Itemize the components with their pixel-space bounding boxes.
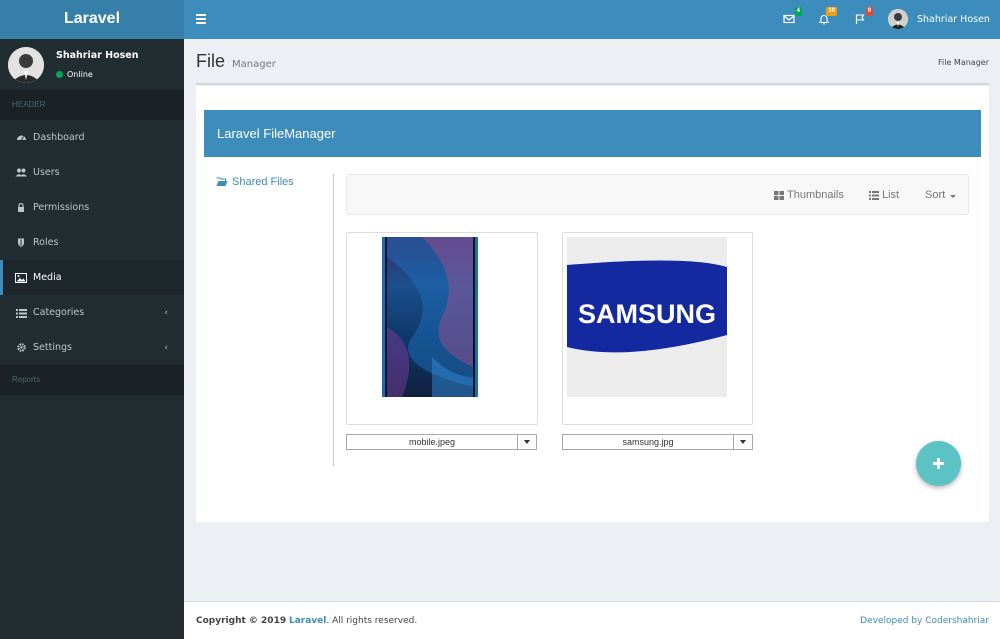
sort-label: Sort [925,189,946,201]
file-image: SAMSUNG [567,237,727,397]
chevron-left-icon: ‹ [164,308,168,318]
sidebar-item-media[interactable]: Media [0,260,184,295]
file-name: samsung.jpg [622,437,674,447]
thumbnails-label: Thumbnails [787,189,844,201]
file-manager-box: Laravel FileManager Shared Files Thumbna… [196,86,989,522]
add-file-button[interactable] [916,441,961,486]
user-menu[interactable]: Shahriar Hosen [888,9,990,29]
sidebar-item-label: Users [33,167,60,178]
page-title: File [196,51,226,71]
list-icon [15,307,27,319]
file-thumbnail-mobile[interactable] [346,232,538,425]
chevron-left-icon: ‹ [164,343,168,353]
notifications-badge: 10 [826,7,837,16]
avatar [888,9,908,29]
folder-open-icon [216,177,228,186]
plus-icon [933,458,944,469]
lock-icon [15,202,27,214]
flags-button[interactable]: 9 [851,7,873,30]
th-large-icon [774,190,784,200]
sidebar-item-permissions[interactable]: Permissions [0,190,184,225]
list-icon [869,190,879,200]
sidebar-item-users[interactable]: Users [0,155,184,190]
top-navbar: 4 10 9 Shahriar Hosen [184,0,1000,39]
users-icon [15,167,27,179]
caret-down-icon [950,194,957,198]
sidebar: Shahriar Hosen Online HEADER Dashboard U… [0,39,184,639]
list-view-button[interactable]: List [869,189,899,201]
sidebar-item-settings[interactable]: Settings ‹ [0,330,184,365]
status-badge: Online [56,70,93,79]
copyright-prefix: Copyright © 2019 [196,616,287,626]
file-image [382,237,478,397]
file-name: mobile.jpeg [408,437,456,447]
samsung-logo-text: SAMSUNG [578,299,716,329]
laravel-link[interactable]: Laravel [289,616,326,626]
sidebar-item-label: Roles [33,237,59,248]
tree-item-shared-files[interactable]: Shared Files [216,176,294,188]
list-label: List [882,189,900,201]
status-label: Online [67,70,93,79]
divider [333,174,334,466]
online-dot-icon [56,71,63,78]
sidebar-section-header: HEADER [0,90,184,120]
sidebar-item-label: Media [33,272,62,283]
envelope-icon [783,14,795,24]
file-manager-title: Laravel FileManager [204,110,981,157]
sidebar-item-dashboard[interactable]: Dashboard [0,120,184,155]
breadcrumb[interactable]: File Manager [938,58,989,67]
sidebar-item-label: Categories [33,307,85,318]
file-name-select[interactable]: samsung.jpg [562,434,753,450]
gear-icon [15,342,27,354]
developer-link[interactable]: Developed by Codershahriar [860,616,989,626]
caret-down-icon[interactable] [733,435,752,449]
flags-badge: 9 [865,7,873,16]
user-name: Shahriar Hosen [917,13,990,25]
caret-down-icon[interactable] [517,435,536,449]
user-panel: Shahriar Hosen Online [0,39,184,90]
file-thumbnail-samsung[interactable]: SAMSUNG [562,232,753,425]
notifications-button[interactable]: 10 [815,7,837,30]
page-subtitle: Manager [232,59,276,70]
image-icon [15,272,27,284]
sidebar-item-label: Permissions [33,202,90,213]
footer: Copyright © 2019 Laravel. All rights res… [184,601,1000,639]
sidebar-item-label: Dashboard [33,132,85,143]
sort-dropdown[interactable]: Sort [925,189,957,201]
sidebar-item-roles[interactable]: Roles [0,225,184,260]
sidebar-item-categories[interactable]: Categories ‹ [0,295,184,330]
dashboard-icon [15,132,27,144]
avatar [8,47,44,83]
sidebar-toggle-icon[interactable] [196,12,206,26]
copyright: Copyright © 2019 Laravel. All rights res… [196,616,417,626]
file-name-select[interactable]: mobile.jpeg [346,434,537,450]
copyright-suffix: . All rights reserved. [326,616,418,626]
shield-icon [15,237,27,249]
sidebar-item-label: Settings [33,342,72,353]
file-toolbar: Thumbnails List Sort [346,174,969,215]
divider [196,83,989,85]
tree-item-label: Shared Files [232,176,294,188]
sidebar-user-name: Shahriar Hosen [56,50,139,61]
thumbnails-view-button[interactable]: Thumbnails [774,189,844,201]
messages-button[interactable]: 4 [780,7,802,30]
sidebar-reports-header: Reports [0,365,184,395]
messages-badge: 4 [794,7,802,16]
flag-icon [855,14,865,24]
brand-logo[interactable]: Laravel [0,0,184,39]
